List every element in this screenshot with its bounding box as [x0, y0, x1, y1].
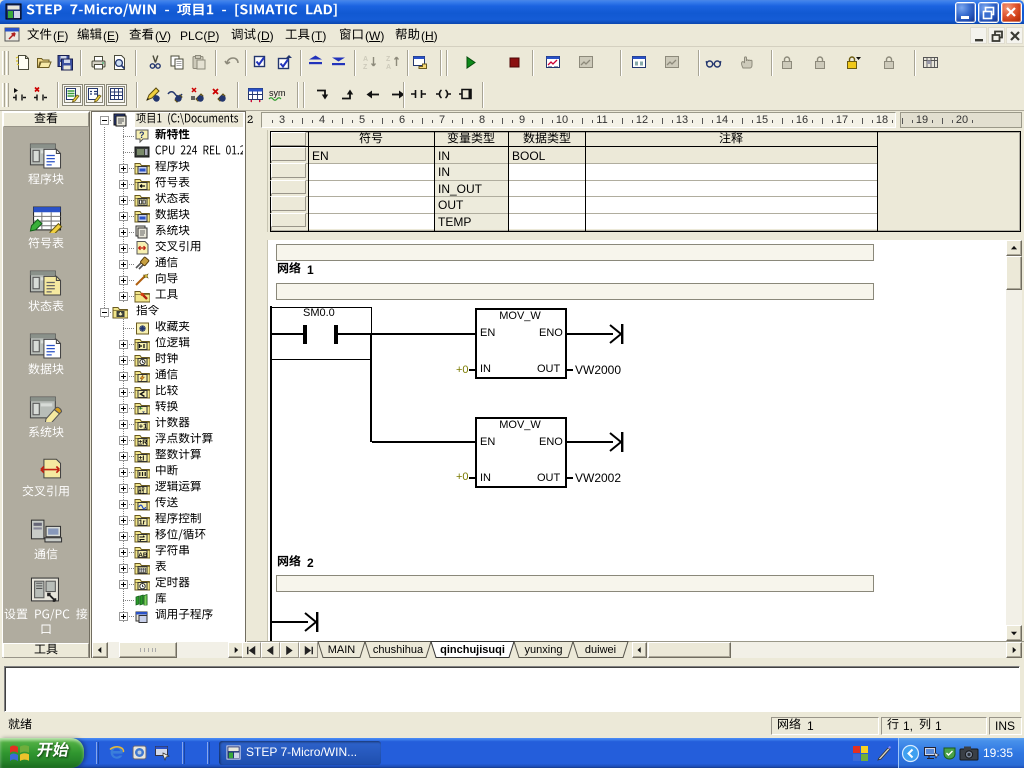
svg-text:+1: +1: [139, 422, 148, 431]
svg-text:A: A: [386, 64, 391, 71]
svg-text:Z: Z: [363, 64, 368, 71]
svg-text:±R: ±R: [138, 440, 147, 447]
svg-text:Z: Z: [386, 56, 391, 63]
svg-text:±I: ±I: [139, 456, 145, 463]
svg-text:AB: AB: [138, 552, 148, 559]
svg-text:sym: sym: [269, 88, 285, 98]
svg-text:1r: 1r: [139, 520, 146, 527]
svg-text:?: ?: [139, 130, 145, 140]
svg-text:A: A: [363, 56, 368, 63]
